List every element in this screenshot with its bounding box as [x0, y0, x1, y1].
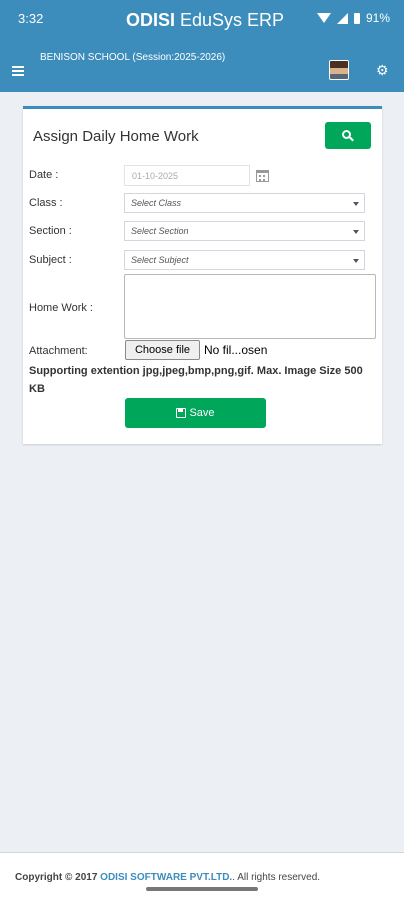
- menu-icon[interactable]: [12, 66, 24, 78]
- avatar[interactable]: [329, 60, 349, 80]
- app-title-rest: EduSys ERP: [175, 10, 285, 30]
- copyright-prefix: Copyright © 2017: [15, 872, 101, 883]
- signal-icon: [336, 12, 348, 24]
- save-label: Save: [189, 407, 215, 419]
- file-status: No fil...osen: [204, 343, 268, 357]
- company-link[interactable]: ODISI SOFTWARE PVT.LTD.: [100, 872, 232, 883]
- calendar-icon[interactable]: [256, 170, 269, 182]
- settings-gear-icon[interactable]: ⚙: [376, 62, 389, 79]
- homework-label: Home Work :: [29, 302, 93, 314]
- app-title-brand: ODISI: [126, 10, 176, 30]
- copyright-suffix: . All rights reserved.: [232, 872, 321, 883]
- chevron-down-icon: [353, 259, 359, 263]
- choose-file-button[interactable]: Choose file: [125, 340, 200, 360]
- status-icons: 91%: [316, 11, 390, 25]
- top-app-bar: 3:32 ODISI EduSys ERP 91%: [0, 0, 404, 44]
- subject-select[interactable]: Select Subject: [124, 250, 365, 270]
- save-button[interactable]: Save: [125, 398, 266, 428]
- copyright: Copyright © 2017 ODISI SOFTWARE PVT.LTD.…: [15, 872, 320, 883]
- home-indicator[interactable]: [146, 887, 258, 891]
- subject-label: Subject :: [29, 254, 72, 266]
- footer: Copyright © 2017 ODISI SOFTWARE PVT.LTD.…: [0, 852, 404, 900]
- battery-level: 91%: [365, 11, 390, 25]
- school-bar: BENISON SCHOOL (Session:2025-2026) ⚙: [0, 44, 404, 92]
- search-button[interactable]: [325, 122, 371, 149]
- date-label: Date :: [29, 169, 59, 181]
- section-label: Section :: [29, 225, 72, 237]
- date-field[interactable]: 01-10-2025: [124, 165, 250, 186]
- homework-textarea[interactable]: [124, 274, 376, 339]
- battery-icon: [353, 12, 360, 24]
- status-time: 3:32: [18, 11, 44, 26]
- wifi-icon: [316, 13, 331, 23]
- school-name: BENISON SCHOOL (Session:2025-2026): [40, 52, 226, 63]
- class-label: Class :: [29, 197, 63, 209]
- search-icon: [342, 129, 354, 142]
- subject-select-value: Select Subject: [131, 255, 189, 265]
- class-select-value: Select Class: [131, 198, 182, 208]
- attachment-label: Attachment:: [29, 345, 88, 357]
- app-title: ODISI EduSys ERP: [126, 10, 284, 31]
- section-select-value: Select Section: [131, 226, 189, 236]
- supporting-extension-note: Supporting extention jpg,jpeg,bmp,png,gi…: [29, 365, 363, 395]
- homework-form-card: Assign Daily Home Work Date : 01-10-2025…: [23, 106, 382, 444]
- class-select[interactable]: Select Class: [124, 193, 365, 213]
- chevron-down-icon: [353, 230, 359, 234]
- page-title: Assign Daily Home Work: [33, 128, 199, 145]
- save-icon: [176, 408, 187, 418]
- section-select[interactable]: Select Section: [124, 221, 365, 241]
- chevron-down-icon: [353, 202, 359, 206]
